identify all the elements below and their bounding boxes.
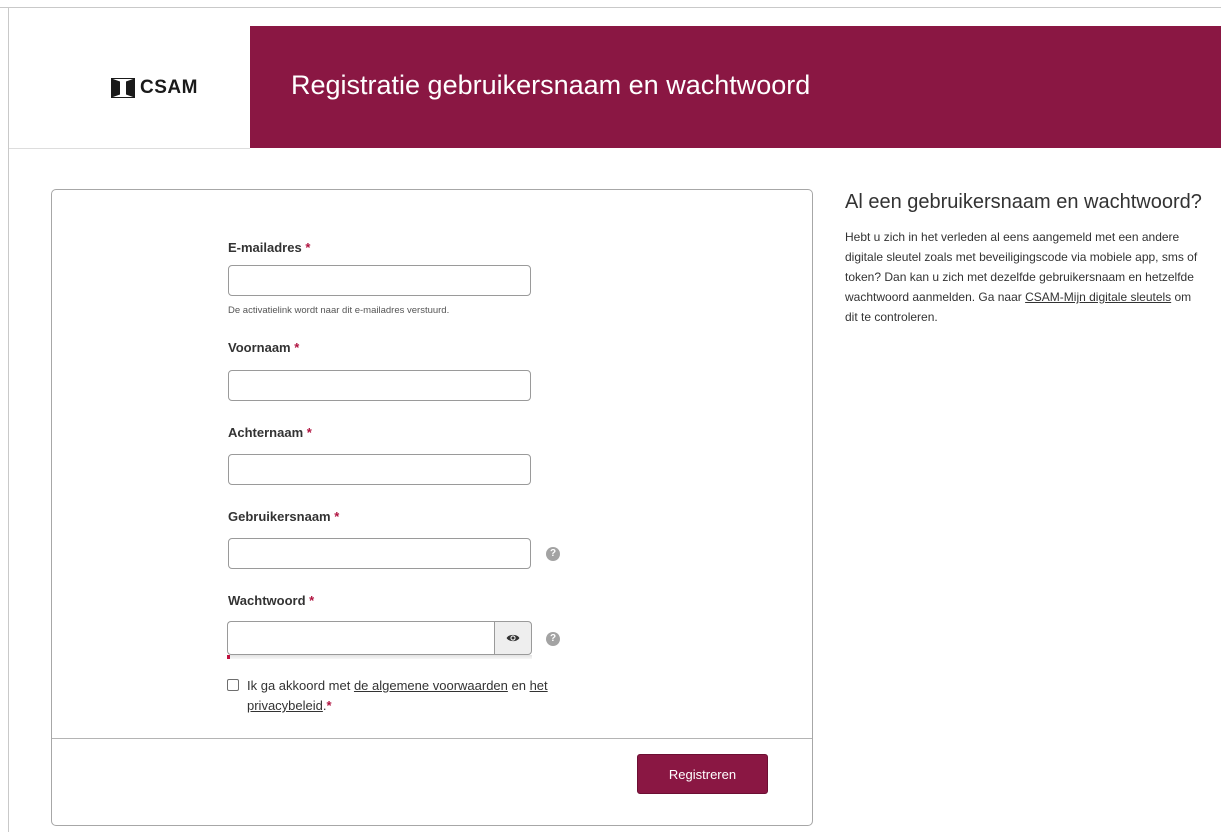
password-strength-bar (227, 655, 532, 659)
required-marker: * (305, 240, 311, 255)
username-field[interactable] (228, 538, 531, 569)
agree-checkbox[interactable] (227, 679, 239, 691)
eye-icon (506, 634, 520, 642)
password-field[interactable] (227, 621, 495, 655)
csam-logo[interactable]: CSAM (111, 77, 198, 99)
username-help-icon[interactable]: ? (546, 547, 560, 561)
info-text: Hebt u zich in het verleden al eens aang… (845, 230, 1198, 324)
email-field[interactable] (228, 265, 531, 296)
logo-text: CSAM (140, 77, 198, 98)
password-label: Wachtwoord * (228, 593, 315, 608)
required-marker: * (326, 698, 332, 713)
email-hint: De activatielink wordt naar dit e-mailad… (228, 305, 450, 316)
my-digital-keys-link[interactable]: CSAM-Mijn digitale sleutels (1025, 290, 1171, 304)
email-label: E-mailadres * (228, 240, 311, 255)
logo-area: CSAM (9, 26, 250, 149)
title-banner: Registratie gebruikersnaam en wachtwoord (250, 26, 1221, 148)
register-button[interactable]: Registreren (637, 754, 768, 794)
required-marker: * (294, 340, 300, 355)
page-title: Registratie gebruikersnaam en wachtwoord (291, 70, 811, 100)
agree-label: Ik ga akkoord met de algemene voorwaarde… (247, 678, 548, 713)
terms-link[interactable]: de algemene voorwaarden (354, 678, 508, 693)
password-help-icon[interactable]: ? (546, 632, 560, 646)
form-footer-divider (52, 738, 812, 739)
window-top-border (0, 7, 1221, 8)
required-marker: * (334, 509, 340, 524)
firstname-field[interactable] (228, 370, 531, 401)
firstname-label: Voornaam * (228, 340, 300, 355)
registration-form: E-mailadres * De activatielink wordt naa… (51, 189, 813, 826)
username-label: Gebruikersnaam * (228, 509, 340, 524)
password-strength-indicator (227, 655, 230, 659)
required-marker: * (309, 593, 315, 608)
existing-account-info: Al een gebruikersnaam en wachtwoord? Heb… (845, 191, 1205, 327)
lastname-label: Achternaam * (228, 425, 312, 440)
lastname-field[interactable] (228, 454, 531, 485)
password-group (227, 621, 532, 659)
required-marker: * (306, 425, 312, 440)
info-title: Al een gebruikersnaam en wachtwoord? (845, 191, 1202, 213)
csam-logo-icon (111, 78, 135, 98)
page-header: CSAM Registratie gebruikersnaam en wacht… (9, 26, 1221, 149)
show-password-button[interactable] (494, 621, 532, 655)
